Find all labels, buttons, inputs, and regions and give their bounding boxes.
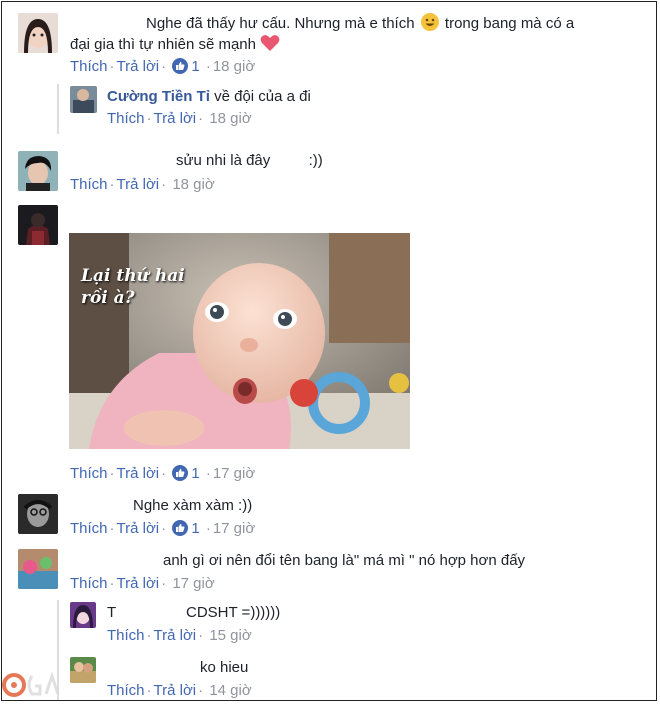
comment-actions: Thích · Trả lời · 1 · 17 giờ — [70, 520, 256, 537]
like-count[interactable]: 1 — [191, 58, 199, 75]
timestamp: 17 giờ — [212, 465, 256, 482]
reply-link[interactable]: Trả lời — [117, 575, 160, 592]
site-watermark-logo — [2, 668, 82, 702]
avatar[interactable] — [18, 151, 58, 191]
comment-text-part: về đội của a đi — [214, 88, 311, 105]
timestamp: 15 giờ — [209, 627, 252, 644]
grinning-emoji-icon — [420, 13, 439, 31]
comment-text: sửu nhi là đây :)) — [176, 152, 323, 170]
avatar[interactable] — [70, 86, 97, 113]
like-link[interactable]: Thích — [107, 627, 145, 644]
like-count[interactable]: 1 — [191, 520, 199, 537]
caption-line: rồi à? — [81, 288, 135, 308]
timestamp: 17 giờ — [172, 575, 215, 592]
commenter-name[interactable]: Cường Tiền Tỉ — [107, 88, 210, 105]
reply-link[interactable]: Trả lời — [117, 465, 160, 482]
comment-text-part: Nghe xàm xàm :)) — [133, 497, 253, 514]
reply-link[interactable]: Trả lời — [154, 682, 197, 699]
timestamp: 18 giờ — [212, 58, 256, 75]
comment-text-part: ko hieu — [200, 659, 249, 676]
comment-text-part: đại gia thì tự nhiên sẽ mạnh — [70, 36, 256, 53]
comment-actions: Thích · Trả lời · 18 giờ — [107, 110, 252, 127]
thumbs-up-icon[interactable] — [172, 58, 189, 74]
avatar[interactable] — [18, 13, 58, 53]
like-link[interactable]: Thích — [107, 110, 145, 127]
timestamp: 14 giờ — [209, 682, 252, 699]
avatar[interactable] — [70, 602, 96, 628]
thumbs-up-icon[interactable] — [172, 465, 189, 481]
comment-actions: Thích · Trả lời · 1 · 17 giờ — [70, 465, 256, 482]
comment-actions: Thích · Trả lời · 17 giờ — [70, 575, 215, 592]
timestamp: 18 giờ — [172, 176, 215, 193]
comment-photo[interactable]: Lại thứ hai rồi à? — [69, 233, 410, 449]
reply-text: ko hieu — [200, 659, 248, 677]
comment-text: Nghe đã thấy hư cấu. Nhưng mà e thích tr… — [146, 13, 574, 33]
comment-text-part: trong bang mà có a — [444, 15, 575, 32]
avatar[interactable] — [18, 494, 58, 534]
redacted-name — [70, 9, 136, 25]
reply-link[interactable]: Trả lời — [154, 110, 197, 127]
comment-text-part: anh gì ơi nên đổi tên bang là" má mì " n… — [163, 552, 526, 569]
reply-thread-line — [57, 84, 59, 134]
reply-link[interactable]: Trả lời — [117, 58, 160, 75]
comment-text: Nghe xàm xàm :)) — [133, 497, 252, 515]
comment-text: anh gì ơi nên đổi tên bang là" má mì " n… — [163, 552, 525, 570]
heart-icon — [260, 34, 280, 57]
reply-text: Cường Tiền Tỉ về đội của a đi — [107, 88, 311, 106]
avatar[interactable] — [18, 205, 58, 245]
comment-text-part: sửu nhi là đây — [176, 152, 271, 169]
comment-actions: Thích · Trả lời · 1 · 18 giờ — [70, 58, 256, 75]
timestamp: 17 giờ — [212, 520, 256, 537]
avatar[interactable] — [18, 549, 58, 589]
comment-actions: Thích · Trả lời · 14 giờ — [107, 682, 252, 699]
reply-link[interactable]: Trả lời — [117, 520, 160, 537]
comment-actions: Thích · Trả lời · 15 giờ — [107, 627, 252, 644]
like-link[interactable]: Thích — [70, 575, 108, 592]
like-count[interactable]: 1 — [191, 465, 199, 482]
comment-text-part: Nghe đã thấy hư cấu. Nhưng mà e thích — [146, 15, 415, 32]
reply-text: T — [107, 604, 116, 622]
comment-text-line2: đại gia thì tự nhiên sẽ mạnh — [70, 34, 280, 57]
reply-link[interactable]: Trả lời — [117, 176, 160, 193]
redacted-name — [70, 148, 162, 166]
like-link[interactable]: Thích — [70, 176, 108, 193]
reply-link[interactable]: Trả lời — [154, 627, 197, 644]
commenter-name[interactable]: T — [107, 604, 116, 621]
like-link[interactable]: Thích — [70, 58, 108, 75]
like-link[interactable]: Thích — [70, 520, 108, 537]
caption-line: Lại thứ hai — [81, 266, 185, 286]
comment-text-part: :)) — [308, 152, 323, 169]
reply-text: CDSHT =)))))) — [186, 604, 280, 622]
comment-actions: Thích · Trả lời · 18 giờ — [70, 176, 215, 193]
comment-text-part: CDSHT =)))))) — [186, 604, 281, 621]
timestamp: 18 giờ — [209, 110, 252, 127]
like-link[interactable]: Thích — [70, 465, 108, 482]
thumbs-up-icon[interactable] — [172, 520, 189, 536]
like-link[interactable]: Thích — [107, 682, 145, 699]
photo-caption: Lại thứ hai rồi à? — [81, 265, 185, 309]
